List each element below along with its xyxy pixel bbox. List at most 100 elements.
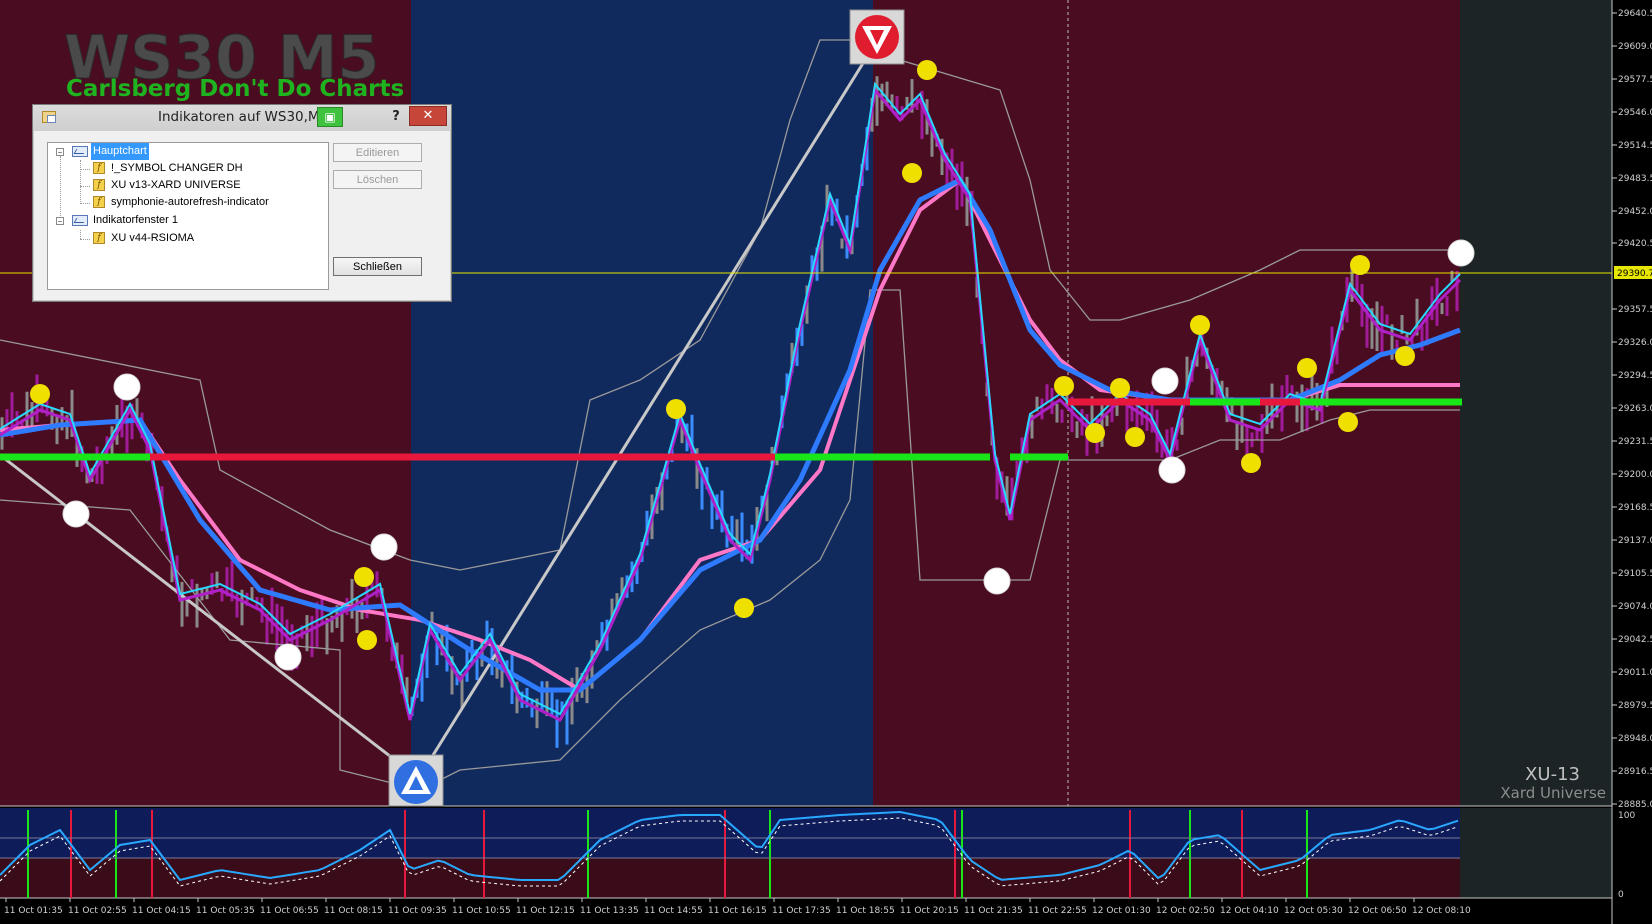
time-tick-label: 11 Oct 08:15 xyxy=(324,906,383,916)
tree-item-subwindow[interactable]: − Indikatorfenster 1 xyxy=(48,212,318,229)
price-tick-label: 29546.0 xyxy=(1618,108,1652,118)
time-tick-label: 12 Oct 01:30 xyxy=(1092,906,1151,916)
price-tick-label: 29137.0 xyxy=(1618,536,1652,546)
price-tick-label: 29483.5 xyxy=(1618,174,1652,184)
tree-label-main-chart: Hauptchart xyxy=(91,143,149,160)
signal-dot xyxy=(1054,376,1074,396)
time-tick-label: 11 Oct 22:55 xyxy=(1028,906,1087,916)
indicator-icon: f xyxy=(93,232,105,244)
signal-dot xyxy=(1125,427,1145,447)
chart-window-icon xyxy=(72,215,88,226)
signal-dot xyxy=(357,630,377,650)
time-tick-label: 11 Oct 09:35 xyxy=(388,906,447,916)
signal-dot xyxy=(917,60,937,80)
price-tick-label: 28916.5 xyxy=(1618,767,1652,777)
price-tick-label: 29326.0 xyxy=(1618,338,1652,348)
sub-right-margin xyxy=(1460,808,1612,898)
close-dialog-button[interactable]: Schließen xyxy=(333,257,422,276)
price-tick-label: 29074.0 xyxy=(1618,602,1652,612)
time-tick-label: 12 Oct 08:10 xyxy=(1412,906,1471,916)
signal-dot xyxy=(1395,346,1415,366)
print-icon[interactable]: ▣ xyxy=(317,107,343,127)
price-tick-label: 29609.0 xyxy=(1618,42,1652,52)
signal-dot xyxy=(902,163,922,183)
chart-subtitle: Carlsberg Don't Do Charts xyxy=(66,76,404,102)
price-tick-label: 29357.5 xyxy=(1618,305,1652,315)
signal-dot xyxy=(1158,456,1186,484)
price-tick-label: 29420.5 xyxy=(1618,239,1652,249)
sub-tick-label: 0 xyxy=(1618,890,1624,900)
price-tick-label: 29200.0 xyxy=(1618,470,1652,480)
signal-dot xyxy=(62,500,90,528)
time-tick-label: 12 Oct 04:10 xyxy=(1220,906,1279,916)
price-tick-label: 29577.5 xyxy=(1618,75,1652,85)
time-tick-label: 12 Oct 05:30 xyxy=(1284,906,1343,916)
price-tick-label: 29042.5 xyxy=(1618,635,1652,645)
help-button[interactable]: ? xyxy=(383,107,409,127)
tree-item-indicator[interactable]: f !_SYMBOL CHANGER DH xyxy=(48,160,318,177)
signal-dot xyxy=(1085,423,1105,443)
indicators-dialog[interactable]: Indikatoren auf WS30,M5 ▣ ? ✕ − Hauptcha… xyxy=(32,104,452,302)
price-tick-label: 29011.0 xyxy=(1618,668,1652,678)
window-icon xyxy=(42,111,56,123)
collapse-toggle-icon[interactable]: − xyxy=(56,148,64,157)
sell-signal-icon xyxy=(849,9,905,65)
signal-dot xyxy=(734,598,754,618)
price-tick-label: 29514.5 xyxy=(1618,141,1652,151)
time-tick-label: 11 Oct 13:35 xyxy=(580,906,639,916)
collapse-toggle-icon[interactable]: − xyxy=(56,217,64,226)
signal-dot xyxy=(370,533,398,561)
signal-dot xyxy=(1190,315,1210,335)
indicator-icon: f xyxy=(93,179,105,191)
close-window-button[interactable]: ✕ xyxy=(409,106,447,126)
time-tick-label: 11 Oct 10:55 xyxy=(452,906,511,916)
signal-dot xyxy=(666,399,686,419)
signal-dot xyxy=(1447,239,1475,267)
signal-dot xyxy=(30,384,50,404)
time-tick-label: 11 Oct 04:15 xyxy=(132,906,191,916)
tree-item-indicator[interactable]: f symphonie-autorefresh-indicator xyxy=(48,194,318,211)
signal-dot xyxy=(1338,412,1358,432)
time-tick-label: 11 Oct 06:55 xyxy=(260,906,319,916)
indicator-icon: f xyxy=(93,196,105,208)
price-tick-label: 29452.0 xyxy=(1618,207,1652,217)
tree-label-subwindow: Indikatorfenster 1 xyxy=(93,214,178,226)
time-tick-label: 11 Oct 12:15 xyxy=(516,906,575,916)
price-tick-label: 28948.0 xyxy=(1618,734,1652,744)
signal-dot xyxy=(274,643,302,671)
time-tick-label: 11 Oct 17:35 xyxy=(772,906,831,916)
signal-dot xyxy=(1151,367,1179,395)
signal-dot xyxy=(1241,453,1261,473)
signal-dot xyxy=(983,567,1011,595)
time-tick-label: 11 Oct 20:15 xyxy=(900,906,959,916)
time-tick-label: 12 Oct 02:50 xyxy=(1156,906,1215,916)
time-tick-label: 11 Oct 05:35 xyxy=(196,906,255,916)
dialog-titlebar[interactable]: Indikatoren auf WS30,M5 ▣ ? ✕ xyxy=(33,105,451,131)
chart-right-margin xyxy=(1460,0,1612,806)
signal-dot xyxy=(113,373,141,401)
price-tick-label: 29294.5 xyxy=(1618,371,1652,381)
edit-button[interactable]: Editieren xyxy=(333,143,422,162)
signal-dot xyxy=(1110,378,1130,398)
price-tick-label: 29263.0 xyxy=(1618,404,1652,414)
signal-dot xyxy=(354,567,374,587)
chart-window-icon xyxy=(72,146,88,157)
price-tick-label: 28885.0 xyxy=(1618,800,1652,810)
indicator-tree[interactable]: − Hauptchart f !_SYMBOL CHANGER DH f XU … xyxy=(47,142,329,290)
price-tick-label: 29105.5 xyxy=(1618,569,1652,579)
price-tick-label: 29168.5 xyxy=(1618,503,1652,513)
tree-item-main-chart[interactable]: − Hauptchart xyxy=(48,143,318,160)
tree-item-indicator[interactable]: f XU v13-XARD UNIVERSE xyxy=(48,177,318,194)
trading-terminal-chart: 29390.7 WS30 M5 Carlsberg Don't Do Chart… xyxy=(0,0,1652,924)
time-tick-label: 11 Oct 14:55 xyxy=(644,906,703,916)
tree-item-indicator[interactable]: f XU v44-RSIOMA xyxy=(48,230,318,247)
sub-tick-label: 100 xyxy=(1618,811,1635,821)
price-tick-label: 29640.5 xyxy=(1618,9,1652,19)
signal-dot xyxy=(1297,358,1317,378)
time-tick-label: 11 Oct 16:15 xyxy=(708,906,767,916)
delete-button[interactable]: Löschen xyxy=(333,170,422,189)
current-price-label: 29390.7 xyxy=(1617,269,1652,279)
price-tick-label: 28979.5 xyxy=(1618,701,1652,711)
bullish-zone xyxy=(411,0,873,806)
time-tick-label: 12 Oct 06:50 xyxy=(1348,906,1407,916)
